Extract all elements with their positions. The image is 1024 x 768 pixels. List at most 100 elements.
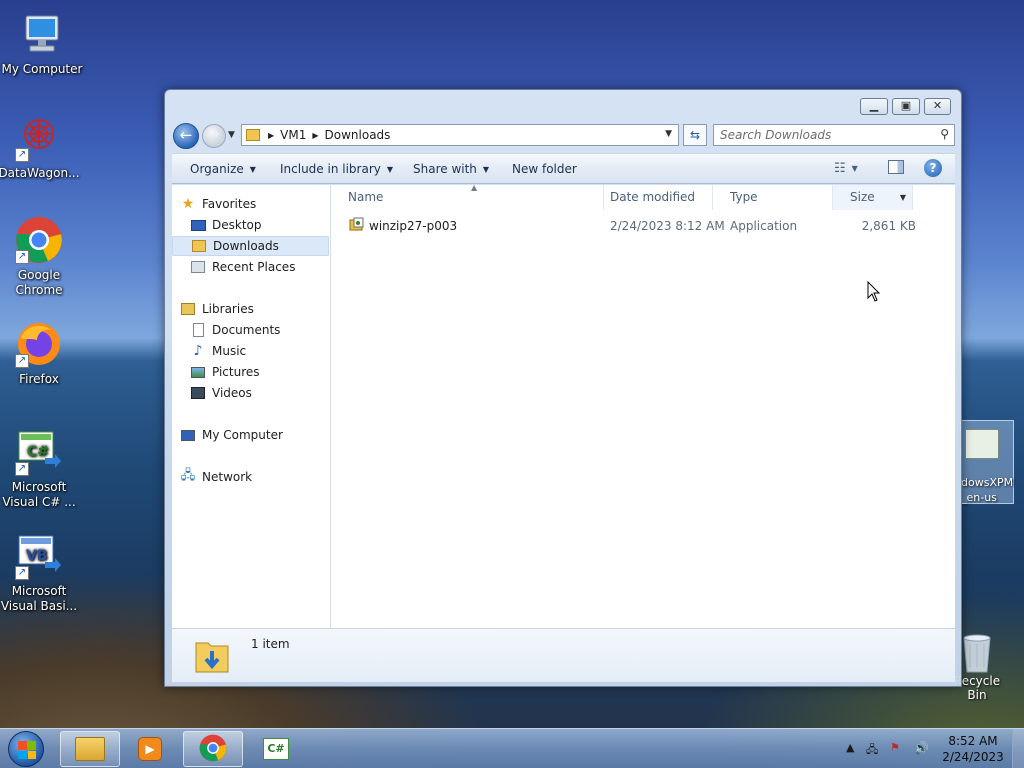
- dropdown-arrow-icon: ▼: [851, 164, 858, 173]
- desktop-icon-windowsxp-mode[interactable]: dowsXPM _en-us: [960, 420, 1014, 504]
- include-in-library-label: Include in library: [280, 162, 381, 176]
- desktop-icon: [190, 217, 206, 233]
- nav-favorites[interactable]: ★ Favorites: [180, 194, 330, 214]
- recent-pages-dropdown[interactable]: ▼: [228, 130, 235, 140]
- column-dropdown-icon[interactable]: ▼: [900, 185, 906, 210]
- nav-libraries[interactable]: Libraries: [180, 299, 330, 319]
- desktop-icon-my-computer[interactable]: My Computer: [0, 10, 84, 77]
- nav-downloads[interactable]: Downloads: [172, 236, 329, 256]
- show-desktop-button[interactable]: [1012, 729, 1024, 768]
- help-icon: ?: [929, 161, 937, 175]
- nav-label: Downloads: [213, 239, 279, 253]
- minimize-button[interactable]: ▁: [860, 98, 888, 115]
- chrome-icon: ↗: [15, 216, 63, 264]
- desktop-icon-firefox[interactable]: ↗ Firefox: [0, 320, 81, 387]
- search-field[interactable]: ⚲: [713, 124, 955, 146]
- column-header-size[interactable]: Size ▼: [833, 185, 913, 210]
- start-button[interactable]: [8, 731, 44, 767]
- clock[interactable]: 8:52 AM 2/24/2023: [940, 733, 1006, 765]
- file-list-pane[interactable]: ▲ Name Date modified Type Size ▼ winzip2…: [331, 183, 955, 628]
- include-in-library-button[interactable]: Include in library ▼: [280, 162, 393, 176]
- desktop-icon-label: Microsoft Visual Basi...: [0, 584, 78, 613]
- column-header-type[interactable]: Type: [713, 185, 833, 210]
- forward-arrow-icon: →: [208, 127, 220, 142]
- nav-my-computer[interactable]: My Computer: [180, 425, 330, 445]
- caption-buttons: ▁ ▣ ✕: [860, 98, 951, 115]
- shortcut-arrow-icon: ↗: [15, 462, 29, 476]
- music-icon: ♪: [193, 343, 203, 359]
- column-header-name[interactable]: ▲ Name: [331, 183, 604, 210]
- nav-label: My Computer: [202, 428, 283, 442]
- preview-pane-button[interactable]: [888, 160, 904, 174]
- back-arrow-icon: ←: [179, 126, 193, 144]
- taskbar: ▶ C# ▲ 🖧 ⚑ 🔊 8:52 AM 2/24/2023: [0, 728, 1024, 768]
- desktop-icon-visual-basic[interactable]: VB ↗ Microsoft Visual Basi...: [0, 532, 81, 614]
- nav-label: Network: [202, 470, 253, 484]
- help-button[interactable]: ?: [924, 159, 942, 177]
- share-with-label: Share with: [413, 162, 477, 176]
- item-count: 1 item: [251, 637, 290, 651]
- action-center-icon[interactable]: ⚑: [890, 741, 900, 754]
- explorer-window[interactable]: ▁ ▣ ✕ ← → ▼ ▶ VM1 ▶ Downloads ▼ ⇆ ⚲ Orga…: [164, 89, 962, 687]
- nav-label: Music: [212, 344, 247, 358]
- forward-button[interactable]: →: [202, 124, 226, 148]
- desktop-icon-visual-csharp[interactable]: C# ↗ Microsoft Visual C# ...: [0, 428, 81, 510]
- nav-recent-places[interactable]: Recent Places: [190, 257, 330, 277]
- change-view-button[interactable]: ☷ ▼: [834, 161, 858, 176]
- table-row[interactable]: winzip27-p003 2/24/2023 8:12 AM Applicat…: [331, 215, 931, 237]
- nav-pictures[interactable]: Pictures: [190, 362, 330, 382]
- address-history-dropdown[interactable]: ▼: [665, 129, 672, 139]
- organize-label: Organize: [190, 162, 244, 176]
- show-hidden-icons-button[interactable]: ▲: [846, 741, 854, 754]
- share-with-button[interactable]: Share with ▼: [413, 162, 489, 176]
- desktop-icon-datawagon[interactable]: ↗ DataWagon...: [0, 114, 81, 181]
- windows-logo-icon: [18, 741, 36, 759]
- maximize-button[interactable]: ▣: [892, 98, 920, 115]
- view-icon: ☷: [834, 161, 846, 176]
- folder-icon: [246, 129, 260, 141]
- chrome-icon: [199, 734, 227, 765]
- refresh-button[interactable]: ⇆: [683, 124, 707, 146]
- breadcrumb-downloads[interactable]: Downloads: [325, 128, 391, 142]
- desktop-icon-label: dowsXPM _en-us: [961, 476, 1014, 504]
- nav-music[interactable]: ♪ Music: [190, 341, 330, 361]
- taskbar-visual-csharp[interactable]: C#: [246, 731, 306, 767]
- new-folder-button[interactable]: New folder: [512, 162, 577, 176]
- mouse-cursor-icon: [867, 280, 881, 306]
- network-tray-icon[interactable]: 🖧: [866, 741, 878, 760]
- pictures-icon: [190, 364, 206, 380]
- breadcrumb-vm1[interactable]: VM1: [280, 128, 306, 142]
- dropdown-arrow-icon: ▼: [249, 165, 256, 174]
- file-date-modified: 2/24/2023 8:12 AM: [610, 219, 725, 233]
- volume-icon[interactable]: 🔊: [914, 741, 929, 755]
- breadcrumb-separator-icon[interactable]: ▶: [268, 131, 274, 140]
- address-bar[interactable]: ▶ VM1 ▶ Downloads ▼: [241, 124, 679, 146]
- close-button[interactable]: ✕: [924, 98, 951, 115]
- organize-button[interactable]: Organize ▼: [190, 162, 256, 176]
- dropdown-arrow-icon: ▼: [482, 165, 490, 174]
- column-header-date-modified[interactable]: Date modified: [593, 185, 713, 210]
- file-name: winzip27-p003: [369, 219, 458, 233]
- breadcrumb-separator-icon[interactable]: ▶: [312, 131, 318, 140]
- back-button[interactable]: ←: [173, 123, 199, 149]
- recent-places-icon: [190, 259, 206, 275]
- star-icon: ★: [181, 196, 195, 212]
- downloads-folder-large-icon: [194, 635, 230, 675]
- nav-desktop[interactable]: Desktop: [190, 215, 330, 235]
- search-input[interactable]: [714, 125, 924, 145]
- computer-icon: [18, 10, 66, 58]
- taskbar-media-player[interactable]: ▶: [120, 731, 180, 767]
- nav-network[interactable]: 🖧 Network: [180, 467, 330, 487]
- desktop-icon-google-chrome[interactable]: ↗ Google Chrome: [0, 216, 81, 298]
- taskbar-google-chrome[interactable]: [183, 731, 243, 767]
- nav-videos[interactable]: Videos: [190, 383, 330, 403]
- visual-csharp-icon: C#: [263, 738, 289, 760]
- datawagon-icon: ↗: [15, 114, 63, 162]
- file-size: 2,861 KB: [861, 219, 916, 233]
- nav-documents[interactable]: Documents: [190, 320, 330, 340]
- explorer-folder-icon: [75, 737, 105, 761]
- shortcut-arrow-icon: ↗: [15, 148, 29, 162]
- libraries-icon: [180, 301, 196, 317]
- search-icon[interactable]: ⚲: [940, 127, 949, 141]
- taskbar-windows-explorer[interactable]: [60, 731, 120, 767]
